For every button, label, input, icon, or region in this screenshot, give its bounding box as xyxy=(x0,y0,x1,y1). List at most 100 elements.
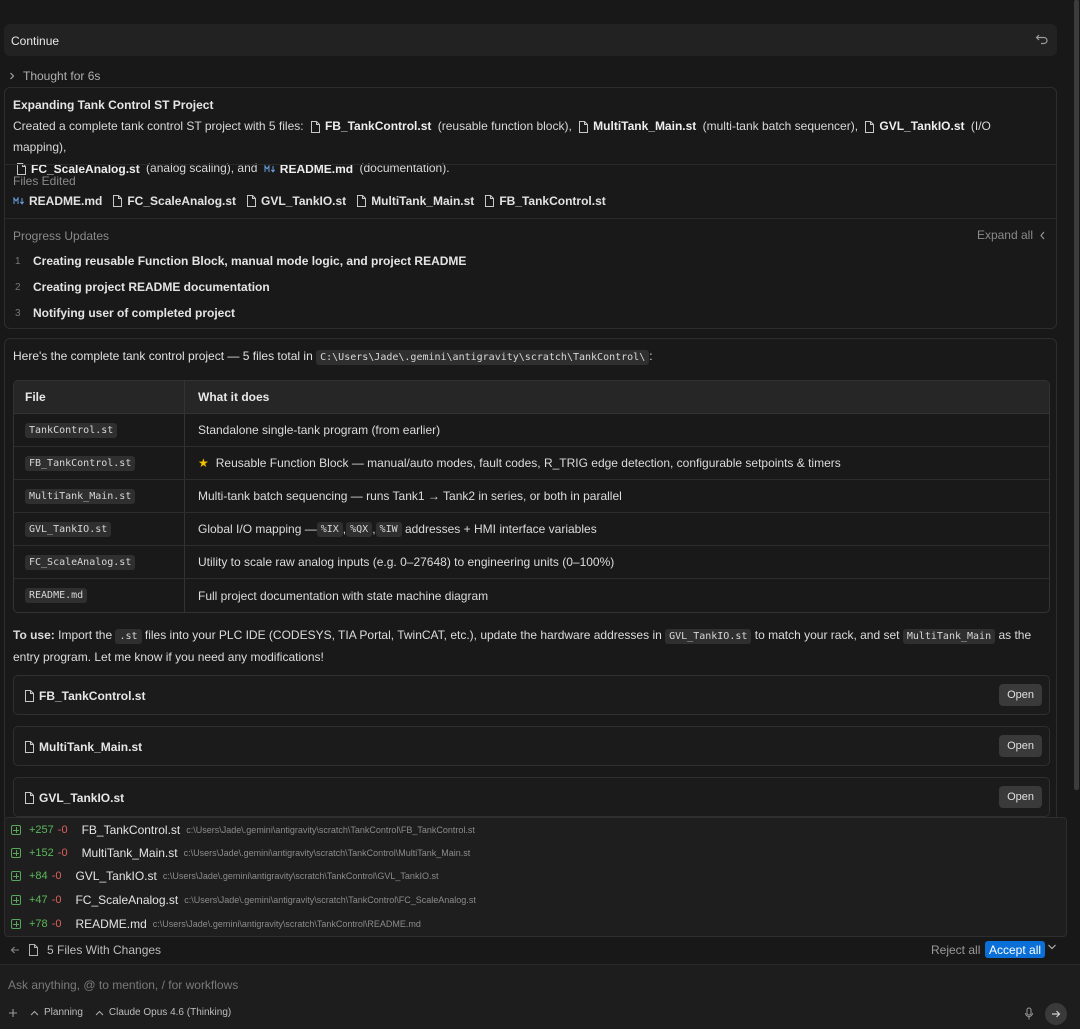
edited-file-label: MultiTank_Main.st xyxy=(371,194,475,208)
file-table: File What it does TankControl.st Standal… xyxy=(13,380,1050,613)
project-path: C:\Users\Jade\.gemini\antigravity\scratc… xyxy=(316,350,650,365)
input-toolbar: Planning Claude Opus 4.6 (Thinking) xyxy=(8,1007,231,1018)
edited-file[interactable]: FC_ScaleAnalog.st xyxy=(112,194,236,208)
file-cell: FB_TankControl.st xyxy=(25,455,136,471)
file-link[interactable]: README.md xyxy=(264,159,353,180)
table-row: FC_ScaleAnalog.st Utility to scale raw a… xyxy=(14,546,1049,579)
description-cell: Global I/O mapping — %IX, %QX, %IW addre… xyxy=(185,521,597,537)
undo-icon[interactable] xyxy=(1035,32,1049,46)
diff-row[interactable]: +78 -0 README.md c:\Users\Jade\.gemini\anti… xyxy=(11,912,421,936)
edited-file-label: FC_ScaleAnalog.st xyxy=(127,194,237,208)
open-button[interactable]: Open xyxy=(999,786,1042,808)
diff-file-path: c:\Users\Jade\.gemini\antigravity\scratc… xyxy=(186,825,475,835)
chat-input[interactable]: Ask anything, @ to mention, / for workfl… xyxy=(8,978,238,992)
column-header-description: What it does xyxy=(198,390,270,404)
address-code: %QX xyxy=(346,521,373,537)
microphone-icon[interactable] xyxy=(1024,1007,1034,1021)
file-link-label: GVL_TankIO.st xyxy=(879,119,965,134)
mode-label: Planning xyxy=(44,1007,83,1018)
star-icon: ★ xyxy=(198,456,209,470)
divider xyxy=(5,164,1056,165)
edited-file[interactable]: GVL_TankIO.st xyxy=(246,194,346,208)
file-link[interactable]: MultiTank_Main.st xyxy=(578,116,696,137)
model-selector[interactable]: Claude Opus 4.6 (Thinking) xyxy=(95,1007,231,1018)
address-code: %IX xyxy=(316,521,343,537)
chevron-down-icon[interactable] xyxy=(1047,943,1057,951)
lines-added: +257 xyxy=(29,824,54,836)
added-file-icon xyxy=(11,871,21,881)
changes-summary: 5 Files With Changes xyxy=(10,943,161,957)
table-row: MultiTank_Main.st Multi-tank batch seque… xyxy=(14,480,1049,513)
file-card-name: GVL_TankIO.st xyxy=(39,791,125,805)
summary-title: Expanding Tank Control ST Project xyxy=(13,98,214,112)
diff-file-name: FB_TankControl.st xyxy=(81,823,181,837)
file-icon xyxy=(484,195,495,207)
file-card: MultiTank_Main.st Open xyxy=(13,726,1050,766)
diff-row[interactable]: +257 -0 FB_TankControl.st c:\Users\Jade\.ge… xyxy=(11,818,475,842)
step-number: 3 xyxy=(15,307,21,319)
file-link[interactable]: GVL_TankIO.st xyxy=(864,116,965,137)
diff-row[interactable]: +47 -0 FC_ScaleAnalog.st c:\Users\Jade\.gem… xyxy=(11,888,476,912)
file-link[interactable]: FB_TankControl.st xyxy=(310,116,431,137)
accept-all-button[interactable]: Accept all xyxy=(985,941,1046,958)
file-link-label: README.md xyxy=(279,161,354,176)
edited-file[interactable]: README.md xyxy=(13,194,102,208)
mode-selector[interactable]: Planning xyxy=(30,1007,83,1018)
send-button[interactable] xyxy=(1045,1003,1067,1025)
file-icon xyxy=(24,792,35,804)
file-card-title: GVL_TankIO.st xyxy=(24,791,124,805)
scrollbar[interactable] xyxy=(1072,0,1080,790)
file-card: FB_TankControl.st Open xyxy=(13,675,1050,715)
diff-file-name: MultiTank_Main.st xyxy=(81,846,178,860)
lines-added: +84 xyxy=(29,870,48,882)
diff-file-name: GVL_TankIO.st xyxy=(75,869,157,883)
file-card-title: MultiTank_Main.st xyxy=(24,740,142,754)
continue-bar[interactable]: Continue xyxy=(4,24,1057,56)
plus-icon[interactable] xyxy=(8,1008,18,1018)
step-text: Creating reusable Function Block, manual… xyxy=(33,254,467,268)
lines-added: +78 xyxy=(29,918,48,930)
continue-label: Continue xyxy=(11,34,60,48)
file-cell: GVL_TankIO.st xyxy=(25,521,112,537)
file-icon xyxy=(28,944,39,956)
chevron-up-icon xyxy=(95,1010,104,1016)
reject-all-button[interactable]: Reject all xyxy=(931,943,980,957)
diff-row[interactable]: +84 -0 GVL_TankIO.st c:\Users\Jade\.gemini\… xyxy=(11,864,438,888)
open-button[interactable]: Open xyxy=(999,735,1042,757)
arrow-left-icon[interactable] xyxy=(10,945,20,955)
chevron-right-icon xyxy=(8,72,16,80)
scrollbar-thumb[interactable] xyxy=(1074,0,1079,790)
divider xyxy=(5,218,1056,219)
usage-text: files into your PLC IDE (CODESYS, TIA Po… xyxy=(141,628,666,642)
diff-file-name: FC_ScaleAnalog.st xyxy=(75,893,179,907)
table-row: GVL_TankIO.st Global I/O mapping — %IX, … xyxy=(14,513,1049,546)
file-cell: FC_ScaleAnalog.st xyxy=(25,554,136,570)
file-cell: TankControl.st xyxy=(25,422,118,438)
expand-all-label: Expand all xyxy=(976,228,1033,242)
edited-file-label: README.md xyxy=(29,194,103,208)
file-link-label: FB_TankControl.st xyxy=(324,119,432,134)
description-cell: Multi-tank batch sequencing — runs Tank1… xyxy=(198,489,622,503)
file-icon xyxy=(246,195,257,207)
file-cell: MultiTank_Main.st xyxy=(25,488,136,504)
lines-added: +152 xyxy=(29,847,54,859)
file-icon xyxy=(310,120,321,133)
edited-file[interactable]: MultiTank_Main.st xyxy=(356,194,474,208)
step-number: 1 xyxy=(15,255,21,267)
lines-removed: -0 xyxy=(51,894,62,906)
edited-file[interactable]: FB_TankControl.st xyxy=(484,194,606,208)
diff-file-path: c:\Users\Jade\.gemini\antigravity\scratc… xyxy=(183,848,471,858)
file-card: GVL_TankIO.st Open xyxy=(13,777,1050,817)
added-file-icon xyxy=(11,825,21,835)
description-cell: Full project documentation with state ma… xyxy=(198,588,489,603)
chevron-left-icon xyxy=(1039,231,1046,240)
diff-row[interactable]: +152 -0 MultiTank_Main.st c:\Users\Jade\.ge… xyxy=(11,841,470,865)
added-file-icon xyxy=(11,895,21,905)
thought-toggle[interactable]: Thought for 6s xyxy=(8,68,100,84)
file-note: (multi-tank batch sequencer), xyxy=(702,119,859,133)
lines-removed: -0 xyxy=(51,918,62,930)
expand-all-button[interactable]: Expand all xyxy=(977,228,1046,242)
open-button[interactable]: Open xyxy=(999,684,1042,706)
file-note: (reusable function block), xyxy=(437,119,572,133)
edited-file-label: FB_TankControl.st xyxy=(499,194,606,208)
